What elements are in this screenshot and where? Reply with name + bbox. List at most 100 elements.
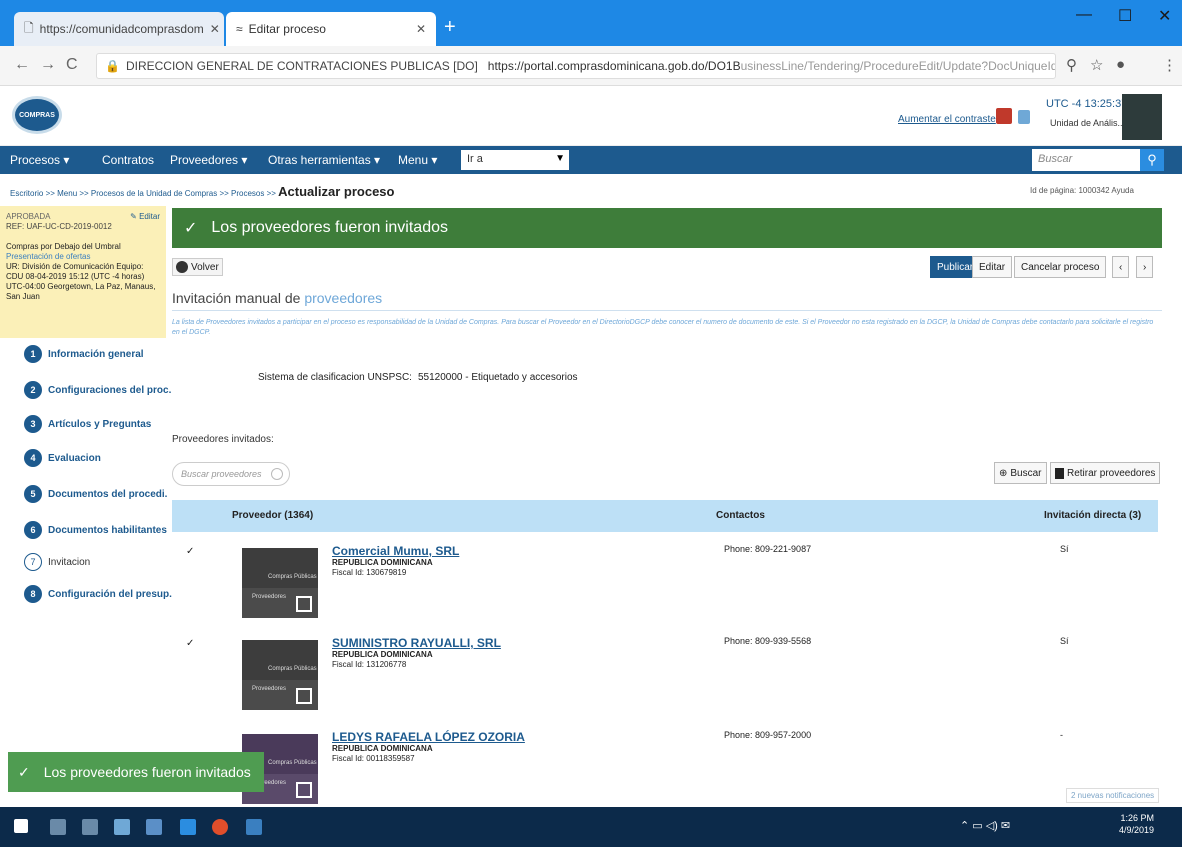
user-unit[interactable]: Unidad de Anális... <box>1050 118 1125 128</box>
check-icon[interactable]: ✓ <box>186 546 194 557</box>
address-bar: ← → C 🔒 DIRECCION GENERAL DE CONTRATACIO… <box>0 46 1182 86</box>
provider-phone: Phone: 809-939-5568 <box>724 636 812 646</box>
step-configuraciones[interactable]: 2 Configuraciones del proc. <box>24 380 184 400</box>
task-view-icon[interactable] <box>82 819 98 835</box>
chrome-icon[interactable] <box>212 819 228 835</box>
provider-name-link[interactable]: LEDYS RAFAELA LÓPEZ OZORIA <box>332 730 525 744</box>
avatar[interactable] <box>1122 94 1162 140</box>
back-button[interactable]: Volver <box>172 258 223 276</box>
success-banner: ✓ Los proveedores fueron invitados <box>172 208 1162 248</box>
nav-contratos[interactable]: Contratos <box>102 153 154 167</box>
contrast-link[interactable]: Aumentar el contraste <box>898 114 996 125</box>
direct-invitation: Sí <box>1060 544 1069 554</box>
step-configuracion-presupuesto[interactable]: 8 Configuración del presup. <box>24 584 184 604</box>
search-icon[interactable]: ⚲ <box>1140 149 1164 171</box>
main-nav: Procesos ▾ Contratos Proveedores ▾ Otras… <box>0 146 1182 174</box>
back-icon[interactable]: ← <box>14 56 30 74</box>
check-icon: ✓ <box>184 220 198 237</box>
maximize-icon[interactable]: ☐ <box>1118 6 1132 26</box>
unspsc-classification: Sistema de clasificacion UNSPSC: 55120000… <box>258 372 578 383</box>
breadcrumb-trail[interactable]: Escritorio >> Menu >> Procesos de la Uni… <box>10 189 278 198</box>
menu-icon[interactable]: ⋮ <box>1162 56 1177 74</box>
browser-tab-edit-process[interactable]: ≈ Editar proceso ✕ <box>226 12 436 46</box>
profile-icon[interactable]: ● <box>1116 56 1125 73</box>
step-evaluacion[interactable]: 4 Evaluacion <box>24 448 184 468</box>
check-icon: ✓ <box>18 763 30 780</box>
page-icon: 🗋 <box>24 20 34 35</box>
provider-logo: Compras Públicas Proveedores <box>242 548 318 618</box>
nav-otras-herramientas[interactable]: Otras herramientas ▾ <box>268 153 380 167</box>
windows-taskbar: ⌃ ▭ ◁) ✉ 1:26 PM 4/9/2019 <box>0 807 1182 847</box>
nav-proveedores[interactable]: Proveedores ▾ <box>170 153 247 167</box>
process-reference: REF: UAF-UC-CD-2019-0012 <box>6 222 112 231</box>
windows-start-icon[interactable] <box>14 819 28 833</box>
trash-icon <box>1055 467 1064 479</box>
provider-search-input[interactable]: Buscar proveedores <box>172 462 290 486</box>
close-icon[interactable]: ✕ <box>210 22 220 36</box>
remove-providers-button[interactable]: Retirar proveedores <box>1050 462 1161 484</box>
site-identity: DIRECCION GENERAL DE CONTRATACIONES PUBL… <box>125 59 478 73</box>
system-tray[interactable]: ⌃ ▭ ◁) ✉ <box>960 819 1010 832</box>
app-icon[interactable] <box>246 819 262 835</box>
taskbar-clock[interactable]: 1:26 PM 4/9/2019 <box>1118 813 1154 836</box>
search-input[interactable]: Buscar <box>1032 149 1140 171</box>
step-invitacion[interactable]: 7 Invitacion <box>24 552 184 572</box>
next-icon[interactable]: › <box>1136 256 1154 278</box>
star-icon[interactable]: ☆ <box>1090 56 1103 74</box>
edit-link[interactable]: ✎ Editar <box>130 212 160 222</box>
edge-icon[interactable] <box>180 819 196 835</box>
browser-tab-bar: 🗋 https://comunidadcomprasdom ✕ ≈ Editar… <box>0 0 1182 46</box>
reload-icon[interactable]: C <box>66 56 78 74</box>
direct-invitation: - <box>1060 730 1063 740</box>
back-arrow-icon <box>176 261 188 273</box>
step-documentos-procedimiento[interactable]: 5 Documentos del procedi. <box>24 484 184 504</box>
provider-country: REPUBLICA DOMINICANA <box>332 650 433 659</box>
header-invitacion-directa[interactable]: Invitación directa (3) <box>1044 510 1141 521</box>
document-icon[interactable] <box>1018 110 1030 124</box>
zoom-icon[interactable]: ⚲ <box>1066 56 1077 74</box>
minimize-icon[interactable]: — <box>1076 6 1092 24</box>
provider-name-link[interactable]: Comercial Mumu, SRL <box>332 544 459 558</box>
nav-procesos[interactable]: Procesos ▾ <box>10 153 69 167</box>
chevron-down-icon: ▼ <box>555 153 565 164</box>
goto-select[interactable]: Ir a ▼ <box>461 150 569 170</box>
success-toast[interactable]: ✓ Los proveedores fueron invitados <box>8 752 264 792</box>
step-informacion-general[interactable]: 1 Información general <box>24 344 184 364</box>
forward-icon[interactable]: → <box>40 56 56 74</box>
edit-button[interactable]: Editar <box>972 256 1013 278</box>
process-title: Compras por Debajo del Umbral <box>6 242 121 251</box>
file-explorer-icon[interactable] <box>114 819 130 835</box>
cancel-process-button[interactable]: Cancelar proceso <box>1014 256 1107 278</box>
provider-fiscal-id: Fiscal Id: 130679819 <box>332 568 407 577</box>
header-proveedor[interactable]: Proveedor (1364) <box>232 510 313 521</box>
table-row: ✓ Compras Públicas Proveedores Comercial… <box>172 544 1158 636</box>
nav-menu[interactable]: Menu ▾ <box>398 153 437 167</box>
provider-name-link[interactable]: SUMINISTRO RAYUALLI, SRL <box>332 636 501 650</box>
prev-icon[interactable]: ‹ <box>1112 256 1130 278</box>
close-icon[interactable]: ✕ <box>416 22 426 36</box>
url-field[interactable]: 🔒 DIRECCION GENERAL DE CONTRATACIONES PU… <box>96 53 1056 79</box>
search-button[interactable]: ⊕ Buscar <box>994 462 1047 484</box>
app-icon[interactable] <box>146 819 162 835</box>
browser-tab-community[interactable]: 🗋 https://comunidadcomprasdom ✕ <box>14 12 224 46</box>
logo[interactable]: COMPRAS <box>12 96 62 134</box>
tab-label: Editar proceso <box>248 22 326 36</box>
search-icon[interactable] <box>50 819 66 835</box>
lock-icon: 🔒 <box>105 59 120 73</box>
step-documentos-habilitantes[interactable]: 6 Documentos habilitantes <box>24 520 184 540</box>
mail-icon[interactable] <box>996 108 1012 124</box>
notifications-link[interactable]: 2 nuevas notificaciones <box>1066 788 1160 803</box>
header-contactos[interactable]: Contactos <box>716 510 765 521</box>
provider-country: REPUBLICA DOMINICANA <box>332 558 433 567</box>
site-header: COMPRAS Aumentar el contraste UTC -4 13:… <box>0 86 1182 146</box>
close-window-icon[interactable]: ✕ <box>1158 6 1171 26</box>
home-icon <box>296 688 312 704</box>
provider-country: REPUBLICA DOMINICANA <box>332 744 433 753</box>
page-icon: ≈ <box>236 22 243 36</box>
step-articulos[interactable]: 3 Artículos y Preguntas <box>24 414 184 434</box>
home-icon <box>296 596 312 612</box>
provider-phone: Phone: 809-957-2000 <box>724 730 812 740</box>
new-tab-icon[interactable]: + <box>444 16 456 39</box>
check-icon[interactable]: ✓ <box>186 638 194 649</box>
page-id-help[interactable]: Id de página: 1000342 Ayuda <box>1030 186 1134 195</box>
